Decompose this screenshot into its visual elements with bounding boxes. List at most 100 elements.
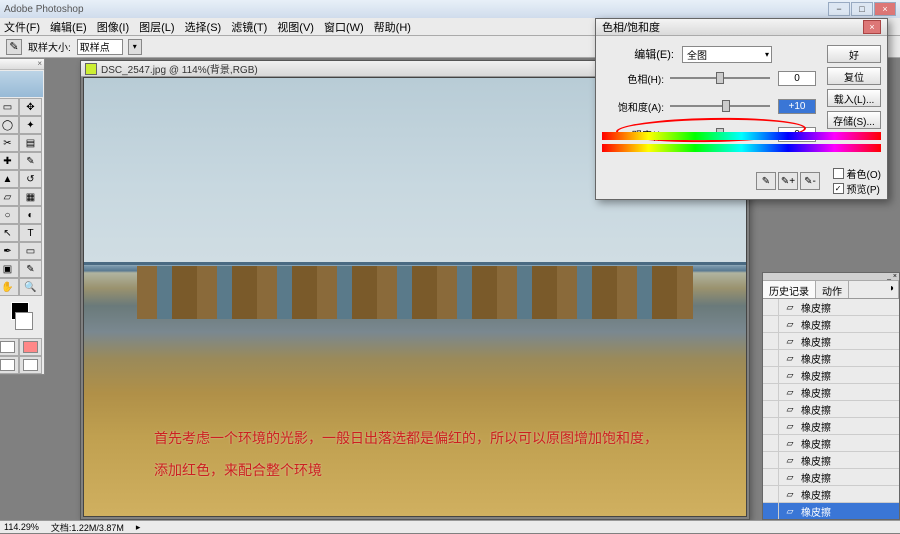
eraser-icon: ▱	[782, 402, 798, 416]
wand-tool[interactable]: ✦	[19, 116, 42, 134]
path-tool[interactable]: ↖	[0, 224, 19, 242]
eyedrop-tool[interactable]: ✎	[19, 260, 42, 278]
screen-mode-2[interactable]	[19, 356, 42, 374]
history-tab[interactable]: 历史记录	[763, 281, 816, 298]
menu-view[interactable]: 视图(V)	[277, 19, 314, 35]
slider-label-1: 饱和度(A):	[606, 99, 664, 114]
load-button[interactable]: 载入(L)...	[827, 89, 881, 107]
eraser-icon: ▱	[782, 470, 798, 484]
eraser-icon: ▱	[782, 385, 798, 399]
color-swatches	[0, 300, 44, 332]
quickmask-mode[interactable]	[19, 338, 42, 356]
doc-info: 文档:1.22M/3.87M	[51, 521, 124, 534]
history-item[interactable]: ▱橡皮擦	[763, 350, 899, 367]
menu-file[interactable]: 文件(F)	[4, 19, 40, 35]
eraser-icon: ▱	[782, 453, 798, 467]
maximize-button[interactable]: □	[851, 2, 873, 16]
sample-size-dropdown[interactable]: ▾	[128, 39, 142, 55]
history-item[interactable]: ▱橡皮擦	[763, 469, 899, 486]
history-brush[interactable]: ↺	[19, 170, 42, 188]
slice-tool[interactable]: ▤	[19, 134, 42, 152]
menu-window[interactable]: 窗口(W)	[324, 19, 364, 35]
screen-mode-1[interactable]	[0, 356, 19, 374]
preview-check[interactable]: ✓预览(P)	[833, 181, 881, 196]
reset-button[interactable]: 复位	[827, 67, 881, 85]
standard-mode[interactable]	[0, 338, 19, 356]
doc-icon	[85, 63, 97, 75]
slider-label-0: 色相(H):	[606, 71, 664, 86]
title-bar: Adobe Photoshop − □ ×	[0, 0, 900, 18]
eraser-icon: ▱	[782, 504, 798, 518]
blur-tool[interactable]: ○	[0, 206, 19, 224]
heal-tool[interactable]: ✚	[0, 152, 19, 170]
menu-help[interactable]: 帮助(H)	[374, 19, 411, 35]
hue-saturation-dialog: 色相/饱和度 × 编辑(E): 全图 色相(H):0饱和度(A):+10明度(I…	[595, 18, 888, 200]
eraser-icon: ▱	[782, 368, 798, 382]
toolbox-grip[interactable]: ×	[0, 59, 44, 70]
stamp-tool[interactable]: ▲	[0, 170, 19, 188]
eyedropper-add[interactable]: ✎+	[778, 172, 798, 190]
hand-tool[interactable]: ✋	[0, 278, 19, 296]
history-item[interactable]: ▱橡皮擦	[763, 418, 899, 435]
slider-value-1[interactable]: +10	[778, 99, 816, 114]
zoom-tool[interactable]: 🔍	[19, 278, 42, 296]
eraser-icon: ▱	[782, 334, 798, 348]
colorize-check[interactable]: 着色(O)	[833, 166, 881, 181]
history-grip[interactable]: _ ×	[763, 273, 899, 281]
slider-track-1[interactable]	[670, 105, 770, 107]
pen-tool[interactable]: ✒	[0, 242, 19, 260]
eraser-icon: ▱	[782, 419, 798, 433]
menu-edit[interactable]: 编辑(E)	[50, 19, 87, 35]
menu-select[interactable]: 选择(S)	[185, 19, 222, 35]
edit-select[interactable]: 全图	[682, 46, 772, 63]
marquee-tool[interactable]: ▭	[0, 98, 19, 116]
hue-bar-top	[602, 132, 881, 140]
dialog-titlebar[interactable]: 色相/饱和度 ×	[596, 19, 887, 36]
save-button[interactable]: 存储(S)...	[827, 111, 881, 129]
dialog-close-button[interactable]: ×	[863, 20, 881, 34]
toolbox: × ▭✥ ◯✦ ✂▤ ✚✎ ▲↺ ▱▦ ○◐ ↖T ✒▭ ▣✎ ✋🔍	[0, 58, 45, 375]
history-item[interactable]: ▱橡皮擦	[763, 401, 899, 418]
crop-tool[interactable]: ✂	[0, 134, 19, 152]
history-item[interactable]: ▱橡皮擦	[763, 316, 899, 333]
zoom-level[interactable]: 114.29%	[4, 522, 39, 532]
menu-filter[interactable]: 滤镜(T)	[231, 19, 267, 35]
eraser-icon: ▱	[782, 351, 798, 365]
dialog-title-text: 色相/饱和度	[602, 19, 660, 35]
eyedropper-set[interactable]: ✎	[756, 172, 776, 190]
bg-color[interactable]	[15, 312, 33, 330]
panel-menu-icon[interactable]: ◗	[883, 281, 899, 298]
type-tool[interactable]: T	[19, 224, 42, 242]
move-tool[interactable]: ✥	[19, 98, 42, 116]
navigator-thumb[interactable]	[0, 71, 43, 97]
history-item[interactable]: ▱橡皮擦	[763, 384, 899, 401]
status-arrow-icon[interactable]: ▸	[136, 522, 141, 533]
lasso-tool[interactable]: ◯	[0, 116, 19, 134]
eyedropper-sub[interactable]: ✎-	[800, 172, 820, 190]
status-bar: 114.29% 文档:1.22M/3.87M ▸	[0, 520, 900, 533]
eraser-icon: ▱	[782, 317, 798, 331]
history-item[interactable]: ▱橡皮擦	[763, 435, 899, 452]
gradient-tool[interactable]: ▦	[19, 188, 42, 206]
dodge-tool[interactable]: ◐	[19, 206, 42, 224]
history-item[interactable]: ▱橡皮擦	[763, 503, 899, 519]
close-button[interactable]: ×	[874, 2, 896, 16]
history-item[interactable]: ▱橡皮擦	[763, 333, 899, 350]
eraser-tool[interactable]: ▱	[0, 188, 19, 206]
slider-value-0[interactable]: 0	[778, 71, 816, 86]
notes-tool[interactable]: ▣	[0, 260, 19, 278]
history-item[interactable]: ▱橡皮擦	[763, 299, 899, 316]
minimize-button[interactable]: −	[828, 2, 850, 16]
menu-layer[interactable]: 图层(L)	[139, 19, 174, 35]
ok-button[interactable]: 好	[827, 45, 881, 63]
actions-tab[interactable]: 动作	[816, 281, 849, 298]
history-item[interactable]: ▱橡皮擦	[763, 452, 899, 469]
sample-size-combo[interactable]: 取样点	[77, 39, 123, 55]
menu-image[interactable]: 图像(I)	[97, 19, 129, 35]
shape-tool[interactable]: ▭	[19, 242, 42, 260]
history-item[interactable]: ▱橡皮擦	[763, 367, 899, 384]
history-item[interactable]: ▱橡皮擦	[763, 486, 899, 503]
slider-track-0[interactable]	[670, 77, 770, 79]
brush-tool[interactable]: ✎	[19, 152, 42, 170]
edit-label: 编辑(E):	[606, 46, 674, 62]
